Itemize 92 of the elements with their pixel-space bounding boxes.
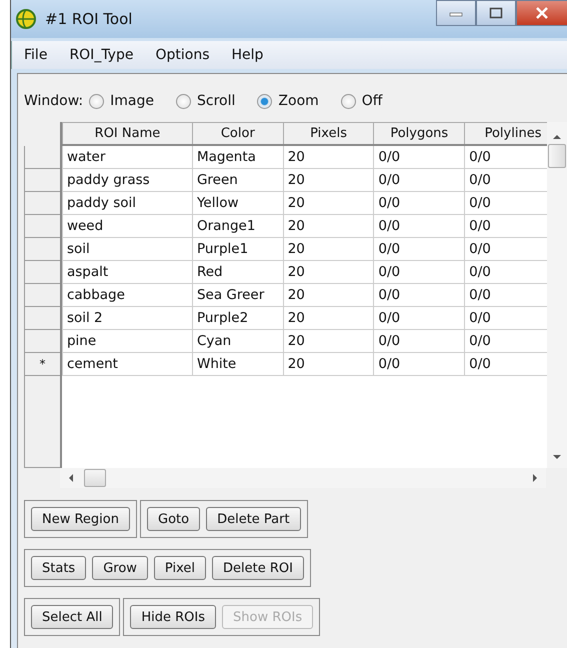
radio-button[interactable] [176, 94, 192, 108]
maximize-icon [489, 7, 503, 19]
column-header[interactable]: ROI Name [62, 122, 192, 145]
action-button[interactable]: Delete ROI [212, 556, 304, 580]
radio-label[interactable]: Zoom [278, 93, 319, 109]
table-cell: paddy soil [62, 192, 192, 214]
radio-button[interactable] [89, 94, 104, 108]
table-cell: 0/0 [374, 260, 465, 284]
table-cell: paddy grass [62, 168, 192, 192]
close-button[interactable] [516, 0, 567, 26]
table-cell: Green [192, 168, 284, 192]
row-header[interactable]: * [24, 353, 60, 376]
action-button[interactable]: Stats [31, 556, 86, 580]
scroll-thumb[interactable] [84, 469, 106, 487]
row-header[interactable] [24, 192, 60, 215]
row-header[interactable] [24, 215, 60, 238]
table-cell: Cyan [192, 330, 284, 352]
window-title: #1 ROI Tool [45, 10, 132, 28]
table-cell: 20 [283, 238, 374, 260]
table-cell: 20 [283, 168, 374, 192]
action-button[interactable]: Delete Part [206, 507, 301, 531]
action-button[interactable]: New Region [31, 507, 130, 531]
row-header[interactable] [24, 238, 60, 261]
column-header[interactable]: Polylines [464, 122, 548, 145]
table-cell: 0/0 [374, 352, 465, 376]
scroll-down-icon[interactable] [552, 454, 562, 460]
scroll-up-icon[interactable] [552, 134, 562, 140]
table-cell: pine [62, 330, 192, 352]
table-cell: water [62, 145, 192, 168]
action-button[interactable]: Select All [31, 605, 114, 629]
row-header[interactable] [24, 284, 60, 307]
table-cell: 0/0 [374, 306, 465, 330]
table-cell: White [192, 352, 284, 376]
minimize-button[interactable] [436, 0, 476, 26]
action-button[interactable]: Hide ROIs [130, 605, 216, 629]
table-cell: 0/0 [374, 330, 465, 352]
action-button[interactable]: Grow [92, 556, 148, 580]
menu-item[interactable]: File [24, 47, 48, 63]
table-cell: 20 [283, 284, 374, 306]
scroll-left-icon[interactable] [68, 473, 74, 483]
table-cell: aspalt [62, 260, 192, 284]
table-cell: 0/0 [374, 214, 465, 238]
column-header[interactable]: Polygons [374, 122, 465, 145]
action-button[interactable]: Pixel [154, 556, 206, 580]
table-cell: 20 [283, 145, 374, 168]
table-cell: Purple1 [192, 238, 284, 260]
close-icon [535, 7, 549, 19]
table-cell: 20 [283, 260, 374, 284]
window-label: Window: [24, 93, 84, 109]
table-cell: Purple2 [192, 306, 284, 330]
radio-button[interactable] [257, 94, 272, 108]
menu-item[interactable]: ROI_Type [69, 47, 134, 63]
table-cell: Sea Greer [192, 284, 284, 306]
radio-label[interactable]: Off [362, 93, 382, 109]
scroll-thumb[interactable] [548, 144, 566, 168]
menu-item[interactable]: Options [155, 47, 210, 63]
table-cell: 0/0 [374, 238, 465, 260]
action-button[interactable]: Goto [147, 507, 200, 531]
row-header[interactable] [24, 169, 60, 192]
radio-label[interactable]: Image [110, 93, 154, 109]
table-cell: soil 2 [62, 306, 192, 330]
table-cell: 20 [283, 330, 374, 352]
row-header[interactable] [24, 307, 60, 330]
table-cell: Orange1 [192, 214, 284, 238]
table-cell: 0/0 [374, 168, 465, 192]
horizontal-scrollbar[interactable] [60, 468, 546, 488]
scroll-right-icon[interactable] [532, 473, 538, 483]
table-cell: cement [62, 352, 192, 376]
table-cell: Yellow [192, 192, 284, 214]
table-cell: 0/0 [374, 145, 465, 168]
table-cell: 20 [283, 214, 374, 238]
table-cell: Magenta [192, 145, 284, 168]
globe-icon [15, 8, 37, 30]
table-cell: 0/0 [374, 192, 465, 214]
maximize-button[interactable] [476, 0, 516, 26]
table-cell: cabbage [62, 284, 192, 306]
radio-label[interactable]: Scroll [197, 93, 236, 109]
radio-button[interactable] [340, 94, 356, 108]
table-cell: 20 [283, 192, 374, 214]
table-cell: 20 [283, 352, 374, 376]
row-header[interactable] [24, 261, 60, 284]
row-header[interactable] [24, 330, 60, 353]
menu-item[interactable]: Help [232, 47, 264, 63]
vertical-scrollbar[interactable] [547, 122, 567, 468]
table-cell: soil [62, 238, 192, 260]
table-cell: 20 [283, 306, 374, 330]
table-cell: Red [192, 260, 284, 284]
column-header[interactable]: Color [192, 122, 284, 145]
table-cell: 0/0 [374, 284, 465, 306]
table-cell: weed [62, 214, 192, 238]
row-header[interactable] [24, 146, 60, 169]
column-header[interactable]: Pixels [283, 122, 374, 145]
